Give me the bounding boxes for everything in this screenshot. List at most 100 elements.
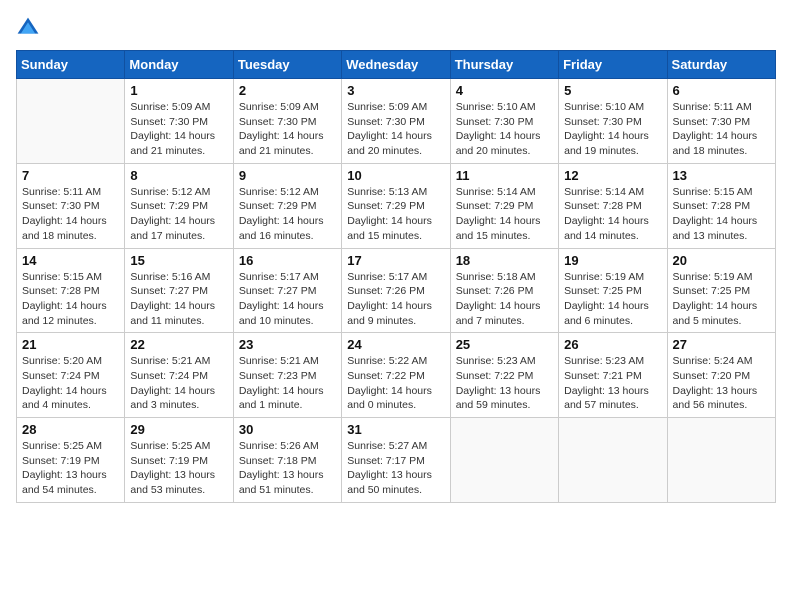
day-info: Sunrise: 5:09 AM Sunset: 7:30 PM Dayligh… xyxy=(239,100,336,159)
day-number: 22 xyxy=(130,337,227,352)
column-header-saturday: Saturday xyxy=(667,51,775,79)
calendar-cell: 18Sunrise: 5:18 AM Sunset: 7:26 PM Dayli… xyxy=(450,248,558,333)
day-info: Sunrise: 5:20 AM Sunset: 7:24 PM Dayligh… xyxy=(22,354,119,413)
calendar-cell: 22 Sunrise: 5:21 AM Sunset: 7:24 PM Dayli… xyxy=(125,333,233,418)
day-number: 30 xyxy=(239,422,336,437)
day-number: 24 xyxy=(347,337,444,352)
calendar-cell: 3Sunrise: 5:09 AM Sunset: 7:30 PM Daylig… xyxy=(342,79,450,164)
day-info: Sunrise: 5:26 AM Sunset: 7:18 PM Dayligh… xyxy=(239,439,336,498)
calendar-cell: 2 Sunrise: 5:09 AM Sunset: 7:30 PM Daylig… xyxy=(233,79,341,164)
day-info: Sunrise: 5:12 AM Sunset: 7:29 PM Dayligh… xyxy=(130,185,227,244)
calendar-table: SundayMondayTuesdayWednesdayThursdayFrid… xyxy=(16,50,776,503)
logo xyxy=(16,16,44,40)
calendar-week-row: 28Sunrise: 5:25 AM Sunset: 7:19 PM Dayli… xyxy=(17,418,776,503)
day-info: Sunrise: 5:19 AM Sunset: 7:25 PM Dayligh… xyxy=(564,270,661,329)
calendar-cell: 23Sunrise: 5:21 AM Sunset: 7:23 PM Dayli… xyxy=(233,333,341,418)
calendar-cell: 19 Sunrise: 5:19 AM Sunset: 7:25 PM Dayli… xyxy=(559,248,667,333)
calendar-cell: 21 Sunrise: 5:20 AM Sunset: 7:24 PM Dayli… xyxy=(17,333,125,418)
day-info: Sunrise: 5:22 AM Sunset: 7:22 PM Dayligh… xyxy=(347,354,444,413)
page-header xyxy=(16,16,776,40)
calendar-cell: 25 Sunrise: 5:23 AM Sunset: 7:22 PM Dayli… xyxy=(450,333,558,418)
day-number: 29 xyxy=(130,422,227,437)
calendar-cell: 17Sunrise: 5:17 AM Sunset: 7:26 PM Dayli… xyxy=(342,248,450,333)
day-info: Sunrise: 5:25 AM Sunset: 7:19 PM Dayligh… xyxy=(130,439,227,498)
calendar-cell: 7 Sunrise: 5:11 AM Sunset: 7:30 PM Daylig… xyxy=(17,163,125,248)
day-number: 21 xyxy=(22,337,119,352)
day-number: 10 xyxy=(347,168,444,183)
calendar-cell: 30 Sunrise: 5:26 AM Sunset: 7:18 PM Dayli… xyxy=(233,418,341,503)
calendar-header-row: SundayMondayTuesdayWednesdayThursdayFrid… xyxy=(17,51,776,79)
day-info: Sunrise: 5:11 AM Sunset: 7:30 PM Dayligh… xyxy=(673,100,770,159)
logo-icon xyxy=(16,16,40,40)
calendar-cell: 15Sunrise: 5:16 AM Sunset: 7:27 PM Dayli… xyxy=(125,248,233,333)
calendar-week-row: 14 Sunrise: 5:15 AM Sunset: 7:28 PM Dayli… xyxy=(17,248,776,333)
column-header-monday: Monday xyxy=(125,51,233,79)
column-header-tuesday: Tuesday xyxy=(233,51,341,79)
day-number: 2 xyxy=(239,83,336,98)
day-number: 3 xyxy=(347,83,444,98)
day-number: 11 xyxy=(456,168,553,183)
day-info: Sunrise: 5:15 AM Sunset: 7:28 PM Dayligh… xyxy=(22,270,119,329)
day-number: 1 xyxy=(130,83,227,98)
day-number: 27 xyxy=(673,337,770,352)
day-number: 4 xyxy=(456,83,553,98)
day-info: Sunrise: 5:24 AM Sunset: 7:20 PM Dayligh… xyxy=(673,354,770,413)
calendar-cell: 6 Sunrise: 5:11 AM Sunset: 7:30 PM Daylig… xyxy=(667,79,775,164)
day-number: 18 xyxy=(456,253,553,268)
day-info: Sunrise: 5:13 AM Sunset: 7:29 PM Dayligh… xyxy=(347,185,444,244)
day-info: Sunrise: 5:23 AM Sunset: 7:22 PM Dayligh… xyxy=(456,354,553,413)
day-number: 9 xyxy=(239,168,336,183)
calendar-cell xyxy=(667,418,775,503)
day-info: Sunrise: 5:17 AM Sunset: 7:26 PM Dayligh… xyxy=(347,270,444,329)
day-number: 26 xyxy=(564,337,661,352)
day-info: Sunrise: 5:27 AM Sunset: 7:17 PM Dayligh… xyxy=(347,439,444,498)
day-info: Sunrise: 5:14 AM Sunset: 7:29 PM Dayligh… xyxy=(456,185,553,244)
day-number: 25 xyxy=(456,337,553,352)
day-number: 5 xyxy=(564,83,661,98)
calendar-cell xyxy=(450,418,558,503)
calendar-cell: 27 Sunrise: 5:24 AM Sunset: 7:20 PM Dayli… xyxy=(667,333,775,418)
day-number: 6 xyxy=(673,83,770,98)
calendar-cell: 8 Sunrise: 5:12 AM Sunset: 7:29 PM Daylig… xyxy=(125,163,233,248)
day-number: 8 xyxy=(130,168,227,183)
calendar-week-row: 1 Sunrise: 5:09 AM Sunset: 7:30 PM Daylig… xyxy=(17,79,776,164)
calendar-cell: 5 Sunrise: 5:10 AM Sunset: 7:30 PM Daylig… xyxy=(559,79,667,164)
calendar-cell: 1 Sunrise: 5:09 AM Sunset: 7:30 PM Daylig… xyxy=(125,79,233,164)
day-info: Sunrise: 5:21 AM Sunset: 7:24 PM Dayligh… xyxy=(130,354,227,413)
day-info: Sunrise: 5:19 AM Sunset: 7:25 PM Dayligh… xyxy=(673,270,770,329)
day-number: 15 xyxy=(130,253,227,268)
day-info: Sunrise: 5:25 AM Sunset: 7:19 PM Dayligh… xyxy=(22,439,119,498)
calendar-cell xyxy=(559,418,667,503)
day-number: 14 xyxy=(22,253,119,268)
day-number: 20 xyxy=(673,253,770,268)
column-header-friday: Friday xyxy=(559,51,667,79)
day-info: Sunrise: 5:10 AM Sunset: 7:30 PM Dayligh… xyxy=(564,100,661,159)
calendar-cell: 14 Sunrise: 5:15 AM Sunset: 7:28 PM Dayli… xyxy=(17,248,125,333)
day-info: Sunrise: 5:17 AM Sunset: 7:27 PM Dayligh… xyxy=(239,270,336,329)
day-info: Sunrise: 5:09 AM Sunset: 7:30 PM Dayligh… xyxy=(130,100,227,159)
day-number: 16 xyxy=(239,253,336,268)
calendar-cell: 29 Sunrise: 5:25 AM Sunset: 7:19 PM Dayli… xyxy=(125,418,233,503)
day-number: 23 xyxy=(239,337,336,352)
day-number: 31 xyxy=(347,422,444,437)
column-header-wednesday: Wednesday xyxy=(342,51,450,79)
day-number: 12 xyxy=(564,168,661,183)
calendar-cell: 20 Sunrise: 5:19 AM Sunset: 7:25 PM Dayli… xyxy=(667,248,775,333)
calendar-cell: 4 Sunrise: 5:10 AM Sunset: 7:30 PM Daylig… xyxy=(450,79,558,164)
day-number: 7 xyxy=(22,168,119,183)
calendar-cell: 13 Sunrise: 5:15 AM Sunset: 7:28 PM Dayli… xyxy=(667,163,775,248)
column-header-thursday: Thursday xyxy=(450,51,558,79)
day-info: Sunrise: 5:12 AM Sunset: 7:29 PM Dayligh… xyxy=(239,185,336,244)
column-header-sunday: Sunday xyxy=(17,51,125,79)
day-info: Sunrise: 5:11 AM Sunset: 7:30 PM Dayligh… xyxy=(22,185,119,244)
day-info: Sunrise: 5:15 AM Sunset: 7:28 PM Dayligh… xyxy=(673,185,770,244)
calendar-cell: 24 Sunrise: 5:22 AM Sunset: 7:22 PM Dayli… xyxy=(342,333,450,418)
day-number: 19 xyxy=(564,253,661,268)
calendar-cell: 26Sunrise: 5:23 AM Sunset: 7:21 PM Dayli… xyxy=(559,333,667,418)
calendar-cell: 10 Sunrise: 5:13 AM Sunset: 7:29 PM Dayli… xyxy=(342,163,450,248)
day-info: Sunrise: 5:10 AM Sunset: 7:30 PM Dayligh… xyxy=(456,100,553,159)
calendar-cell: 12Sunrise: 5:14 AM Sunset: 7:28 PM Dayli… xyxy=(559,163,667,248)
calendar-cell: 28Sunrise: 5:25 AM Sunset: 7:19 PM Dayli… xyxy=(17,418,125,503)
day-number: 13 xyxy=(673,168,770,183)
calendar-cell: 11 Sunrise: 5:14 AM Sunset: 7:29 PM Dayli… xyxy=(450,163,558,248)
